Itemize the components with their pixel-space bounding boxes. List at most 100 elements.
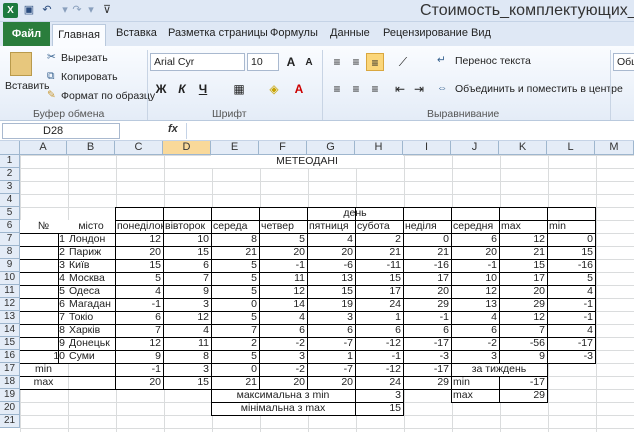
row-header-8[interactable]: 8 <box>0 246 20 259</box>
wrap-text-icon[interactable]: ↵ <box>437 54 446 66</box>
column-header-c[interactable]: C <box>115 141 163 155</box>
clipboard-icon[interactable] <box>10 52 32 76</box>
data-value[interactable]: -6 <box>307 259 355 272</box>
data-value[interactable]: 5 <box>211 259 259 272</box>
city-name[interactable]: Магадан <box>67 298 115 311</box>
data-value[interactable]: 5 <box>115 272 163 285</box>
data-value[interactable]: 6 <box>355 324 403 337</box>
city-name[interactable]: Лондон <box>67 233 115 246</box>
data-value[interactable]: 6 <box>403 324 451 337</box>
min-value[interactable]: -17 <box>403 363 451 376</box>
font-color-icon[interactable]: A <box>290 80 308 98</box>
data-value[interactable]: 4 <box>259 311 307 324</box>
data-value[interactable]: 14 <box>259 298 307 311</box>
min-of-max-value[interactable]: 15 <box>355 402 403 415</box>
min-value[interactable]: -2 <box>259 363 307 376</box>
city-header[interactable]: місто <box>67 220 115 233</box>
align-bottom-icon[interactable]: ≡ <box>366 53 384 71</box>
column-header-m[interactable]: M <box>595 141 634 155</box>
day-column-header[interactable]: min <box>547 220 595 233</box>
scissors-icon[interactable]: ✂ <box>47 51 56 63</box>
data-value[interactable]: 11 <box>163 337 211 350</box>
data-value[interactable]: 7 <box>163 272 211 285</box>
row-number[interactable]: 3 <box>20 259 67 272</box>
row-header-5[interactable]: 5 <box>0 207 20 220</box>
decrease-indent-icon[interactable]: ⇤ <box>391 80 409 98</box>
row-header-18[interactable]: 18 <box>0 376 20 389</box>
min-value[interactable]: -1 <box>115 363 163 376</box>
redo-dropdown-icon[interactable]: ▾ <box>84 3 98 17</box>
data-value[interactable]: 17 <box>499 272 547 285</box>
data-value[interactable]: 12 <box>115 337 163 350</box>
city-name[interactable]: Париж <box>67 246 115 259</box>
column-header-i[interactable]: I <box>403 141 451 155</box>
data-value[interactable]: 20 <box>259 246 307 259</box>
data-value[interactable]: -11 <box>355 259 403 272</box>
data-value[interactable]: 4 <box>451 311 499 324</box>
data-value[interactable]: 3 <box>259 350 307 363</box>
data-value[interactable]: -16 <box>403 259 451 272</box>
data-value[interactable]: 21 <box>211 246 259 259</box>
city-name[interactable]: Харків <box>67 324 115 337</box>
row-number[interactable]: 9 <box>20 337 67 350</box>
font-name-select[interactable]: Arial Cyr <box>150 53 245 71</box>
data-value[interactable]: 3 <box>307 311 355 324</box>
row-number[interactable]: 10 <box>20 350 67 363</box>
data-value[interactable]: 15 <box>547 246 595 259</box>
week-label[interactable]: за тиждень <box>451 363 547 376</box>
data-value[interactable]: 1 <box>307 350 355 363</box>
data-value[interactable]: 4 <box>163 324 211 337</box>
column-header-g[interactable]: G <box>307 141 355 155</box>
row-header-17[interactable]: 17 <box>0 363 20 376</box>
customize-toolbar-icon[interactable]: ⊽ <box>100 3 114 17</box>
data-value[interactable]: 7 <box>211 324 259 337</box>
format-painter-button[interactable]: Формат по образцу <box>61 90 155 102</box>
row-header-15[interactable]: 15 <box>0 337 20 350</box>
cut-button[interactable]: Вырезать <box>61 52 108 64</box>
row-number[interactable]: 2 <box>20 246 67 259</box>
max-value[interactable]: 24 <box>355 376 403 389</box>
merge-center-icon[interactable]: ⇔ <box>437 82 448 94</box>
data-value[interactable]: 9 <box>499 350 547 363</box>
data-value[interactable]: 17 <box>403 272 451 285</box>
data-value[interactable]: 21 <box>355 246 403 259</box>
orientation-icon[interactable]: ⟋ <box>394 53 412 71</box>
data-value[interactable]: 20 <box>403 285 451 298</box>
undo-icon[interactable]: ↶ <box>40 3 54 17</box>
tab-review[interactable]: Рецензирование <box>383 27 468 39</box>
shrink-font-icon[interactable]: A <box>300 54 318 72</box>
column-header-l[interactable]: L <box>547 141 595 155</box>
data-value[interactable]: 13 <box>451 298 499 311</box>
city-name[interactable]: Київ <box>67 259 115 272</box>
data-value[interactable]: 7 <box>115 324 163 337</box>
borders-icon[interactable]: ▦ <box>230 80 248 98</box>
row-header-16[interactable]: 16 <box>0 350 20 363</box>
data-value[interactable]: -2 <box>451 337 499 350</box>
row-header-1[interactable]: 1 <box>0 155 20 168</box>
column-header-h[interactable]: H <box>355 141 403 155</box>
tab-page-layout[interactable]: Разметка страницы <box>168 27 268 39</box>
day-column-header[interactable]: четвер <box>259 220 307 233</box>
data-value[interactable]: -2 <box>259 337 307 350</box>
data-value[interactable]: 7 <box>499 324 547 337</box>
data-value[interactable]: 10 <box>163 233 211 246</box>
max-value[interactable]: 29 <box>403 376 451 389</box>
copy-button[interactable]: Копировать <box>61 71 118 83</box>
name-box[interactable]: D28 <box>2 123 120 139</box>
max-value[interactable]: 20 <box>259 376 307 389</box>
min-value[interactable]: -7 <box>307 363 355 376</box>
format-painter-icon[interactable]: ✎ <box>47 89 56 101</box>
data-value[interactable]: 15 <box>355 272 403 285</box>
data-value[interactable]: 12 <box>451 285 499 298</box>
underline-button[interactable]: Ч <box>194 80 212 98</box>
bold-button[interactable]: Ж <box>152 80 170 98</box>
data-value[interactable]: -1 <box>547 311 595 324</box>
formula-input[interactable] <box>186 123 634 139</box>
data-value[interactable]: -3 <box>403 350 451 363</box>
data-value[interactable]: 5 <box>211 350 259 363</box>
redo-icon[interactable]: ↷ <box>70 3 84 17</box>
data-value[interactable]: 6 <box>307 324 355 337</box>
number-format-select[interactable]: Общ <box>613 53 634 71</box>
row-header-6[interactable]: 6 <box>0 220 20 233</box>
data-value[interactable]: 5 <box>547 272 595 285</box>
